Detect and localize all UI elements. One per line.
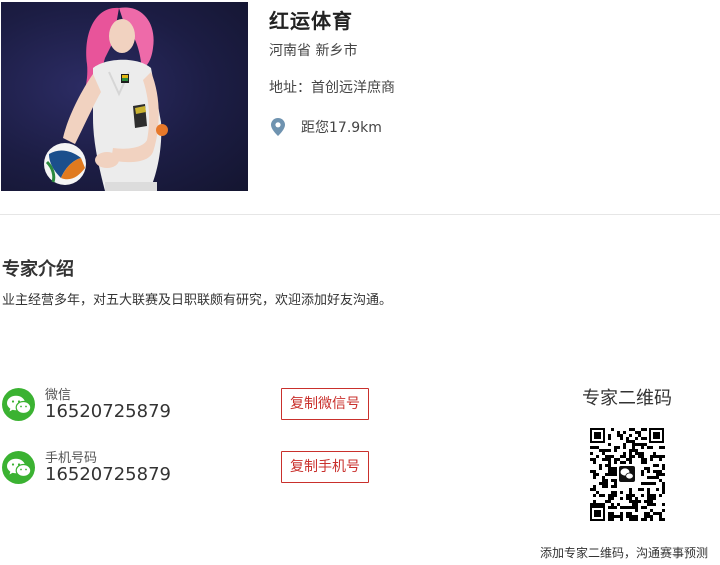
wechat-number: 16520725879: [45, 401, 171, 422]
page: 红运体育 河南省 新乡市 地址：首创远洋庶商 距您17.9km 专家介绍 业主经…: [0, 0, 720, 565]
distance-info: 距您17.9km: [271, 117, 382, 137]
location-pin-icon: [271, 118, 285, 136]
section-divider: [0, 214, 720, 215]
expert-photo: [1, 2, 248, 191]
qr-title: 专家二维码: [582, 388, 672, 409]
qr-code-icon: [589, 427, 665, 522]
expert-region: 河南省 新乡市: [269, 43, 358, 59]
phone-number: 16520725879: [45, 464, 171, 485]
photo-illustration: [44, 7, 168, 191]
expert-name: 红运体育: [269, 9, 353, 33]
qr-code: [589, 427, 665, 522]
copy-phone-button[interactable]: 复制手机号: [281, 451, 369, 483]
expert-address: 地址：首创远洋庶商: [269, 80, 395, 96]
wechat-icon: [2, 388, 35, 421]
intro-text: 业主经营多年，对五大联赛及日职联颇有研究，欢迎添加好友沟通。: [2, 293, 393, 308]
intro-heading: 专家介绍: [2, 259, 74, 280]
wechat-contact-row: 微信 16520725879 复制微信号: [2, 384, 382, 428]
copy-wechat-button[interactable]: 复制微信号: [281, 388, 369, 420]
qr-caption: 添加专家二维码，沟通赛事预测: [540, 546, 709, 560]
phone-contact-row: 手机号码 16520725879 复制手机号: [2, 447, 382, 491]
wechat-icon: [2, 451, 35, 484]
distance-text: 距您17.9km: [301, 120, 382, 136]
